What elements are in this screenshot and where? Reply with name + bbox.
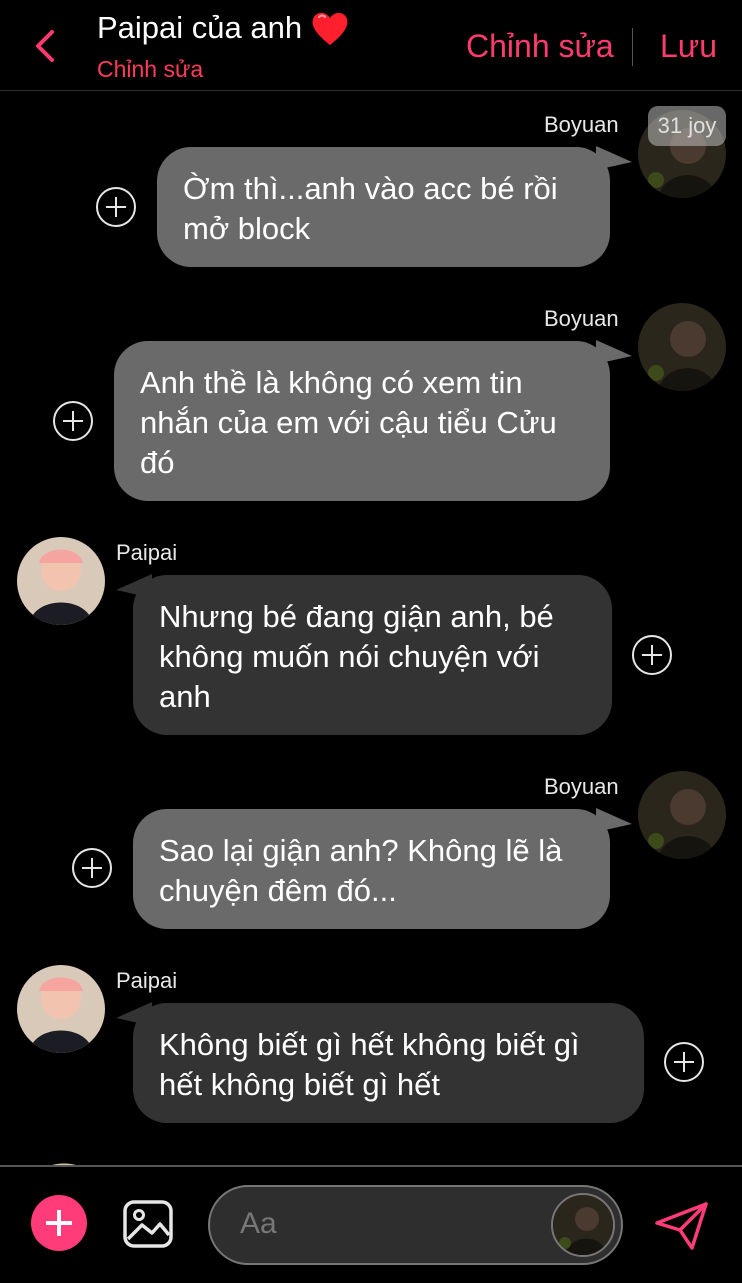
send-icon[interactable] bbox=[654, 1201, 710, 1251]
plus-icon[interactable] bbox=[31, 1195, 87, 1251]
save-button[interactable]: Lưu bbox=[660, 28, 717, 65]
sender-name: Boyuan bbox=[544, 112, 619, 137]
sender-name: Paipai bbox=[116, 968, 178, 993]
message-bubble[interactable]: Không biết gì hết không biết gì hết khôn… bbox=[133, 1003, 644, 1123]
message-bubble[interactable]: Anh thề là không có xem tin nhắn của em … bbox=[114, 341, 610, 501]
sender-name: Paipai bbox=[116, 540, 178, 565]
paipai-avatar[interactable] bbox=[17, 965, 105, 1053]
chat-subtitle[interactable]: Chỉnh sửa bbox=[97, 56, 203, 83]
add-reaction-button[interactable] bbox=[632, 635, 672, 675]
back-chevron-icon[interactable] bbox=[30, 28, 60, 64]
add-reaction-button[interactable] bbox=[96, 187, 136, 227]
add-reaction-button[interactable] bbox=[72, 848, 112, 888]
time-badge: 31 joy bbox=[648, 106, 726, 146]
paipai-avatar[interactable] bbox=[17, 537, 105, 625]
red-heart-icon bbox=[312, 12, 348, 46]
header-divider bbox=[632, 28, 633, 66]
message-bubble[interactable]: Ờm thì...anh vào acc bé rồi mở block bbox=[157, 147, 610, 267]
add-reaction-button[interactable] bbox=[664, 1042, 704, 1082]
sender-name: Boyuan bbox=[544, 306, 619, 331]
boyuan-avatar[interactable] bbox=[638, 771, 726, 859]
image-icon[interactable] bbox=[122, 1199, 174, 1249]
boyuan-avatar[interactable] bbox=[638, 303, 726, 391]
message-input[interactable]: Aa bbox=[208, 1185, 623, 1265]
sender-name: Boyuan bbox=[544, 774, 619, 799]
message-input-placeholder: Aa bbox=[240, 1207, 277, 1240]
add-reaction-button[interactable] bbox=[53, 401, 93, 441]
message-bubble[interactable]: Nhưng bé đang giận anh, bé không muốn nó… bbox=[133, 575, 612, 735]
edit-button[interactable]: Chỉnh sửa bbox=[466, 28, 614, 65]
composer-bar: Aa bbox=[0, 1165, 742, 1283]
message-bubble[interactable]: Sao lại giận anh? Không lẽ là chuyện đêm… bbox=[133, 809, 610, 929]
sender-switch-avatar[interactable] bbox=[551, 1193, 615, 1257]
chat-header: Paipai của anh Chỉnh sửa Chỉnh sửa Lưu bbox=[0, 0, 742, 91]
chat-title: Paipai của anh bbox=[97, 10, 303, 45]
